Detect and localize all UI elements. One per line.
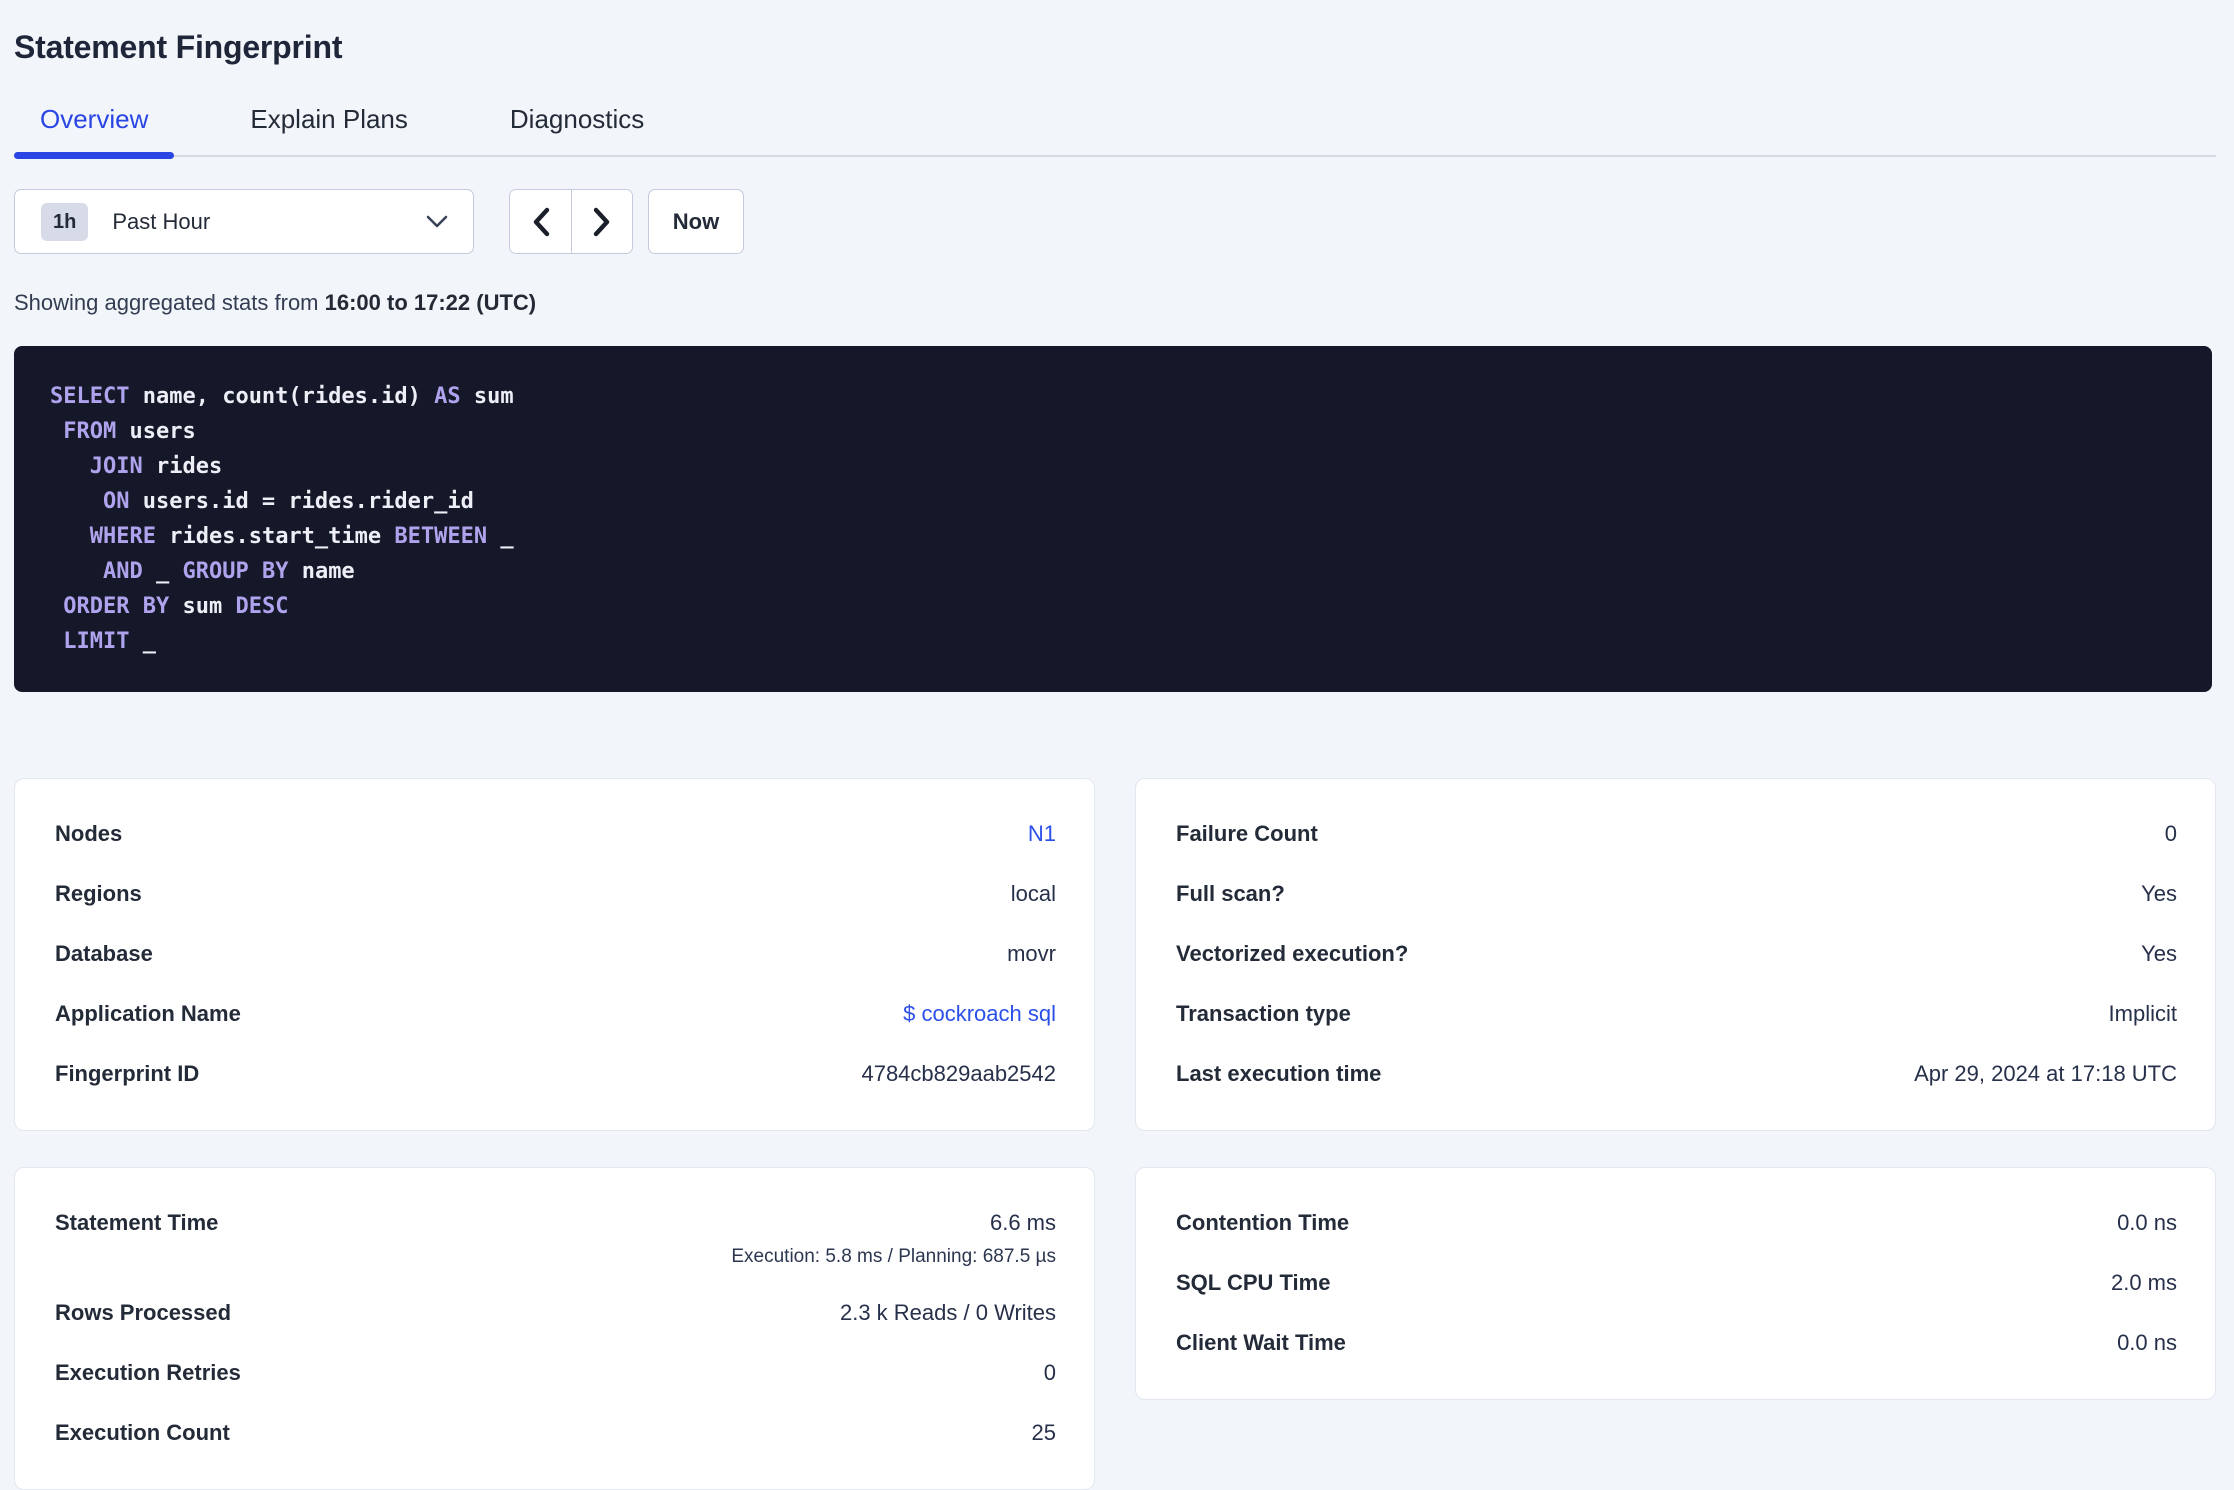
- statement-fingerprint-page: Statement Fingerprint Overview Explain P…: [0, 0, 2234, 1490]
- stat-label: Client Wait Time: [1176, 1330, 1346, 1355]
- tab-overview[interactable]: Overview: [14, 104, 175, 159]
- stat-row: Last execution time Apr 29, 2024 at 17:18…: [1176, 1061, 2177, 1090]
- time-controls: 1h Past Hour Now: [14, 189, 2216, 254]
- sql-line: WHERE rides.start_time BETWEEN _: [89, 524, 514, 549]
- stat-row: Transaction type Implicit: [1176, 1001, 2177, 1030]
- sql-line: ORDER BY sum DESC: [63, 594, 289, 619]
- chevron-down-icon: [426, 215, 448, 228]
- prev-time-range-button[interactable]: [510, 190, 571, 253]
- tab-diagnostics[interactable]: Diagnostics: [484, 104, 670, 155]
- stat-label: Failure Count: [1176, 821, 1318, 846]
- stat-label: SQL CPU Time: [1176, 1270, 1331, 1295]
- stats-line-range: 16:00 to 17:22 (UTC): [324, 290, 537, 315]
- stat-label: Full scan?: [1176, 881, 1285, 906]
- stat-row: Statement Time 6.6 ms Execution: 5.8 ms / …: [55, 1210, 1056, 1269]
- stat-value: 0.0 ns: [2117, 1210, 2177, 1235]
- stat-label: Application Name: [55, 1001, 241, 1026]
- stat-label: Execution Retries: [55, 1360, 241, 1385]
- stat-value: Apr 29, 2024 at 17:18 UTC: [1914, 1061, 2177, 1086]
- sql-line: ON users.id = rides.rider_id: [102, 489, 474, 514]
- stat-value: 2.0 ms: [2110, 1270, 2177, 1295]
- stat-row: Vectorized execution? Yes: [1176, 941, 2177, 970]
- now-button[interactable]: Now: [648, 189, 744, 254]
- stat-row: Database movr: [55, 941, 1056, 970]
- chevron-right-icon: [593, 207, 610, 236]
- time-range-label: Past Hour: [112, 208, 211, 234]
- stat-value: 25: [1031, 1420, 1056, 1445]
- time-range-arrows: [509, 189, 633, 254]
- stat-label: Database: [55, 941, 153, 966]
- stat-row: Contention Time 0.0 ns: [1176, 1210, 2177, 1239]
- tab-bar: Overview Explain Plans Diagnostics: [14, 104, 2216, 159]
- details-cards-row: Nodes N1 Regions local Database movr Applicati…: [14, 778, 2216, 1131]
- aggregated-stats-line: Showing aggregated stats from 16:00 to 1…: [14, 290, 2216, 316]
- stat-value: 2.3 k Reads / 0 Writes: [839, 1300, 1056, 1325]
- stat-row: Execution Retries 0: [55, 1360, 1056, 1389]
- sql-line: JOIN rides: [89, 454, 223, 479]
- stat-label: Contention Time: [1176, 1210, 1350, 1235]
- stat-label: Regions: [55, 881, 142, 906]
- stat-value: 0: [2164, 821, 2177, 846]
- stat-label: Rows Processed: [55, 1300, 232, 1325]
- stat-label: Transaction type: [1176, 1001, 1351, 1026]
- stat-row: Rows Processed 2.3 k Reads / 0 Writes: [55, 1300, 1056, 1329]
- stat-value-link[interactable]: $ cockroach sql: [903, 1001, 1056, 1026]
- stat-value: 0: [1043, 1360, 1056, 1385]
- statement-timing-card: Statement Time 6.6 ms Execution: 5.8 ms / …: [14, 1167, 1095, 1490]
- stat-value: 0.0 ns: [2117, 1330, 2177, 1355]
- sql-line: AND _ GROUP BY name: [102, 559, 355, 584]
- stat-row: SQL CPU Time 2.0 ms: [1176, 1270, 2177, 1299]
- next-time-range-button[interactable]: [571, 190, 632, 253]
- sql-line: LIMIT _: [63, 629, 156, 654]
- stat-row: Nodes N1: [55, 821, 1056, 850]
- time-range-dropdown[interactable]: 1h Past Hour: [14, 189, 474, 254]
- execution-attributes-card: Failure Count 0 Full scan? Yes Vectorized ex…: [1135, 778, 2216, 1131]
- stat-row: Client Wait Time 0.0 ns: [1176, 1330, 2177, 1359]
- stat-row: Execution Count 25: [55, 1420, 1056, 1449]
- sql-line: FROM users: [63, 419, 196, 444]
- stat-label: Statement Time: [55, 1210, 219, 1235]
- stat-row: Failure Count 0: [1176, 821, 2177, 850]
- stat-value-link[interactable]: N1: [1028, 821, 1056, 846]
- chevron-left-icon: [533, 207, 549, 236]
- page-title: Statement Fingerprint: [14, 29, 343, 65]
- stat-label: Last execution time: [1176, 1061, 1382, 1086]
- tab-explain-plans[interactable]: Explain Plans: [224, 104, 434, 155]
- stat-value: local: [1010, 881, 1056, 906]
- timing-cards-row: Statement Time 6.6 ms Execution: 5.8 ms / …: [14, 1167, 2216, 1490]
- stat-label: Execution Count: [55, 1420, 230, 1445]
- stat-row: Regions local: [55, 881, 1056, 910]
- stat-value: Yes: [2141, 941, 2177, 966]
- stat-row: Fingerprint ID 4784cb829aab2542: [55, 1061, 1056, 1090]
- stat-value: 4784cb829aab2542: [861, 1061, 1056, 1086]
- stat-subvalue: Execution: 5.8 ms / Planning: 687.5 µs: [731, 1246, 1056, 1267]
- stat-value: 6.6 ms: [989, 1210, 1056, 1235]
- sql-line: SELECT name, count(rides.id) AS sum: [50, 384, 514, 409]
- stat-row: Full scan? Yes: [1176, 881, 2177, 910]
- stat-value: Yes: [2141, 881, 2177, 906]
- stat-label: Nodes: [55, 821, 123, 846]
- time-range-badge: 1h: [41, 202, 89, 241]
- wait-timing-card: Contention Time 0.0 ns SQL CPU Time 2.0 ms C…: [1135, 1167, 2216, 1400]
- stat-row: Application Name $ cockroach sql: [55, 1001, 1056, 1030]
- stats-line-prefix: Showing aggregated stats from: [14, 290, 325, 315]
- sql-statement-box: SELECT name, count(rides.id) AS sum FROM…: [14, 346, 2212, 692]
- statement-details-card: Nodes N1 Regions local Database movr Applicati…: [14, 778, 1095, 1131]
- stat-value: movr: [1007, 941, 1056, 966]
- stat-value: Implicit: [2108, 1001, 2177, 1026]
- stat-label: Vectorized execution?: [1176, 941, 1409, 966]
- stat-label: Fingerprint ID: [55, 1061, 200, 1086]
